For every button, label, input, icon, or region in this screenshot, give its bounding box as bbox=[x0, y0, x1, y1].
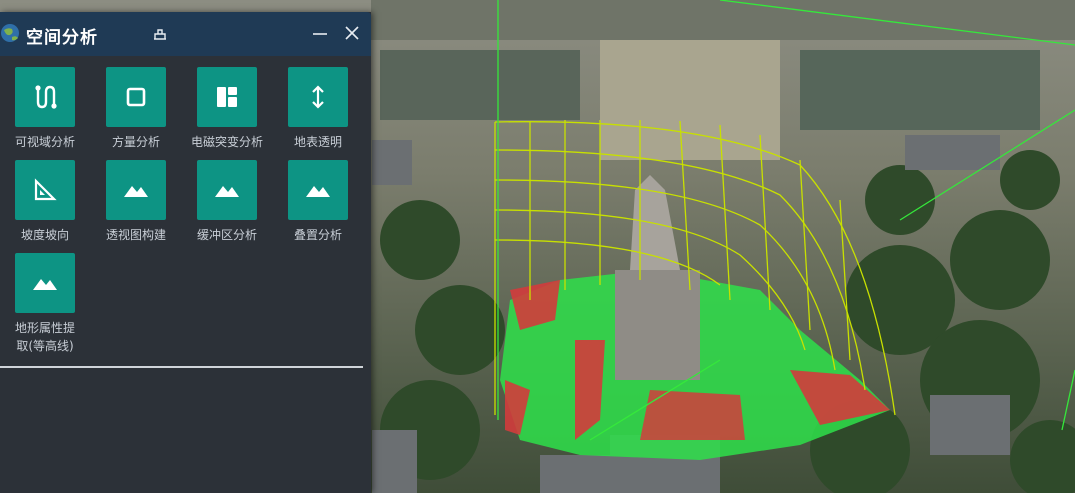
panel-header[interactable]: 空间分析 bbox=[0, 12, 371, 56]
layout-icon bbox=[217, 87, 237, 107]
tool-perspective-build[interactable]: 透视图构建 bbox=[91, 160, 181, 244]
tool-viewshed-analysis[interactable]: 可视域分析 bbox=[0, 67, 90, 151]
mountain-icon bbox=[215, 186, 239, 197]
close-button[interactable] bbox=[342, 22, 362, 44]
tool-label: 方量分析 bbox=[111, 135, 160, 149]
divider bbox=[0, 366, 363, 368]
tool-tile[interactable] bbox=[106, 160, 166, 220]
mountain-icon bbox=[33, 279, 57, 290]
tool-volume-analysis[interactable]: 方量分析 bbox=[91, 67, 181, 151]
minimize-button[interactable] bbox=[310, 24, 330, 44]
tool-tile[interactable] bbox=[288, 67, 348, 127]
globe-icon bbox=[1, 24, 19, 42]
tool-tile[interactable] bbox=[288, 160, 348, 220]
tool-label: 透视图构建 bbox=[105, 228, 166, 242]
vertical-arrows-icon bbox=[312, 85, 324, 109]
panel-title: 空间分析 bbox=[26, 28, 98, 48]
tool-tile[interactable] bbox=[197, 160, 257, 220]
tool-label: 缓冲区分析 bbox=[196, 228, 257, 242]
dock-icon[interactable] bbox=[151, 25, 169, 43]
tool-overlay-analysis[interactable]: 叠置分析 bbox=[273, 160, 363, 244]
tool-slope-aspect[interactable]: 坡度坡向 bbox=[0, 160, 90, 244]
tool-tile[interactable] bbox=[106, 67, 166, 127]
tool-tile[interactable] bbox=[15, 160, 75, 220]
square-icon bbox=[126, 87, 146, 107]
tool-label: 坡度坡向 bbox=[20, 228, 69, 242]
tool-label: 可视域分析 bbox=[14, 135, 75, 149]
tool-buffer-analysis[interactable]: 缓冲区分析 bbox=[182, 160, 272, 244]
mountain-icon bbox=[124, 186, 148, 197]
set-square-icon bbox=[34, 178, 57, 201]
route-icon bbox=[35, 85, 57, 109]
tool-terrain-contour[interactable]: 地形属性提取(等高线) bbox=[0, 253, 90, 355]
tool-tile[interactable] bbox=[15, 67, 75, 127]
tool-surface-transparency[interactable]: 地表透明 bbox=[273, 67, 363, 151]
tool-label: 叠置分析 bbox=[293, 228, 342, 242]
tool-label: 地形属性提取(等高线) bbox=[15, 321, 76, 353]
tool-tile[interactable] bbox=[15, 253, 75, 313]
tool-label: 电磁突变分析 bbox=[190, 135, 263, 149]
tool-label: 地表透明 bbox=[293, 135, 342, 149]
tool-tile[interactable] bbox=[197, 67, 257, 127]
plaza bbox=[600, 40, 780, 160]
spatial-analysis-panel: 空间分析 可视域分析 方量分析 电磁突变分析 地表透明 坡度坡向 透视图构建 缓… bbox=[0, 12, 371, 493]
mountain-icon bbox=[306, 186, 330, 197]
tool-electromagnetic-analysis[interactable]: 电磁突变分析 bbox=[182, 67, 272, 151]
